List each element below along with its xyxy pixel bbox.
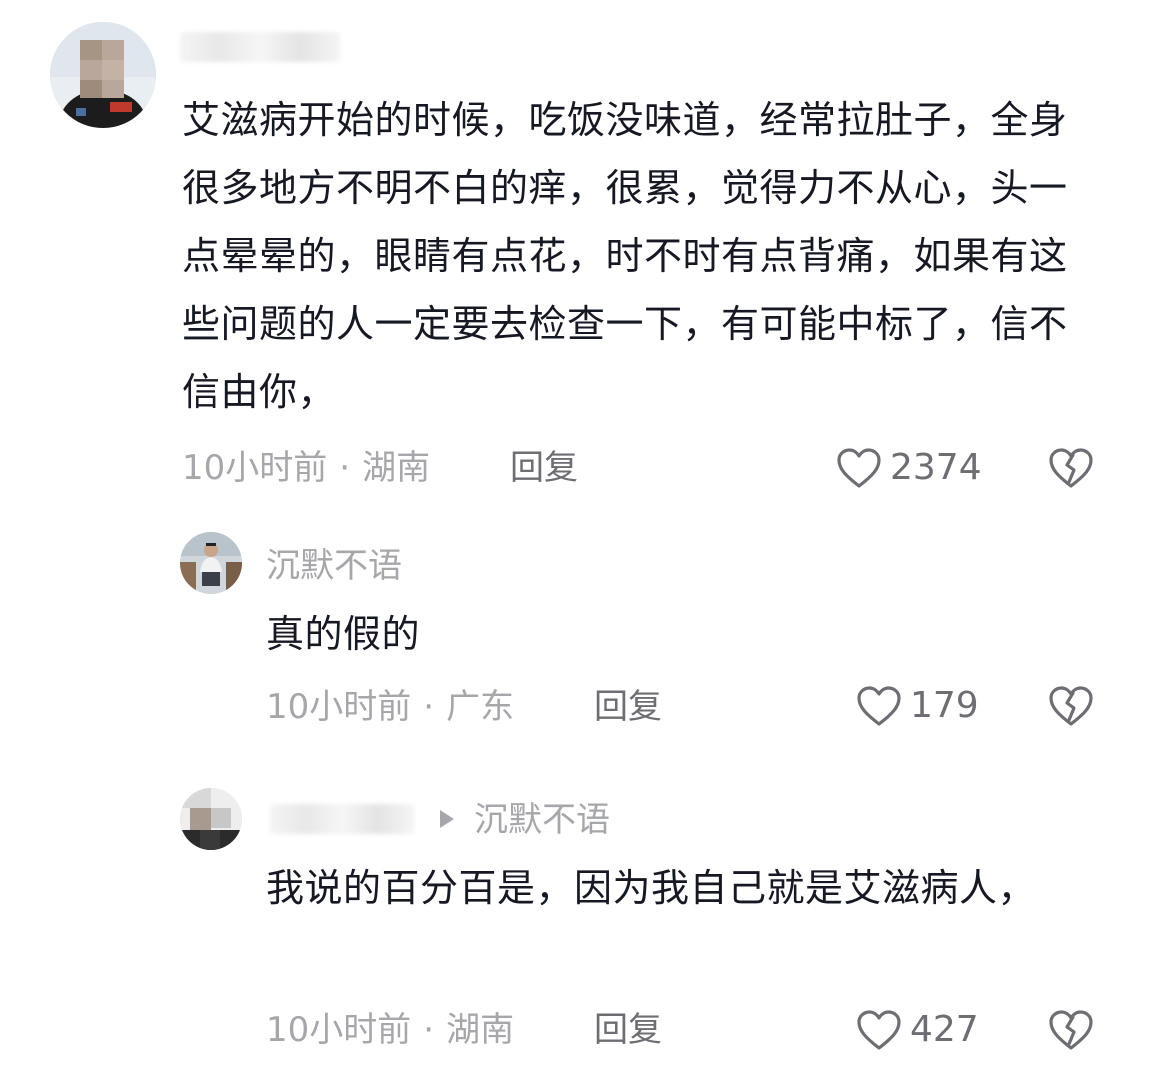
comment-meta: 10小时前 · 湖南: [182, 448, 430, 488]
comment-meta: 10小时前 · 广东: [266, 687, 514, 727]
comment-text: 艾滋病开始的时候，吃饭没味道，经常拉肚子，全身很多地方不明不白的痒，很累，觉得力…: [182, 98, 1068, 414]
avatar[interactable]: [180, 532, 242, 594]
avatar[interactable]: [180, 788, 242, 850]
like-count: 2374: [890, 447, 982, 488]
like-count: 427: [910, 1009, 979, 1050]
heart-outline-icon: [857, 686, 901, 726]
reply-to-username[interactable]: 沉默不语: [474, 800, 610, 840]
username-redacted[interactable]: [180, 32, 340, 62]
comment-text: 真的假的: [266, 612, 421, 656]
comment-time: 10小时前: [266, 1010, 412, 1050]
reply-button[interactable]: 回复: [510, 448, 578, 488]
reply-to-arrow-icon: [440, 810, 454, 828]
like-button[interactable]: 427: [856, 1008, 979, 1052]
heart-outline-icon: [837, 448, 881, 488]
comment-time: 10小时前: [266, 687, 412, 727]
dislike-button[interactable]: [1048, 1008, 1094, 1052]
comment-location: 湖南: [362, 448, 431, 488]
avatar[interactable]: [50, 22, 156, 128]
like-button[interactable]: 179: [856, 684, 979, 728]
broken-heart-icon: [1049, 686, 1093, 726]
like-count: 179: [910, 685, 979, 726]
heart-outline-icon: [857, 1010, 901, 1050]
broken-heart-icon: [1049, 1010, 1093, 1050]
dislike-button[interactable]: [1048, 446, 1094, 490]
reply-button[interactable]: 回复: [594, 687, 662, 727]
comment-location: 广东: [446, 687, 515, 727]
comment-text: 我说的百分百是，因为我自己就是艾滋病人，: [266, 866, 1037, 910]
dislike-button[interactable]: [1048, 684, 1094, 728]
comment-meta: 10小时前 · 湖南: [266, 1010, 514, 1050]
broken-heart-icon: [1049, 448, 1093, 488]
meta-separator: ·: [423, 1010, 435, 1050]
like-button[interactable]: 2374: [836, 446, 982, 490]
meta-separator: ·: [423, 687, 435, 727]
username-redacted[interactable]: [270, 804, 414, 834]
reply-button[interactable]: 回复: [594, 1010, 662, 1050]
comment-time: 10小时前: [182, 448, 328, 488]
comment-location: 湖南: [446, 1010, 515, 1050]
username[interactable]: 沉默不语: [266, 546, 402, 586]
meta-separator: ·: [339, 448, 351, 488]
